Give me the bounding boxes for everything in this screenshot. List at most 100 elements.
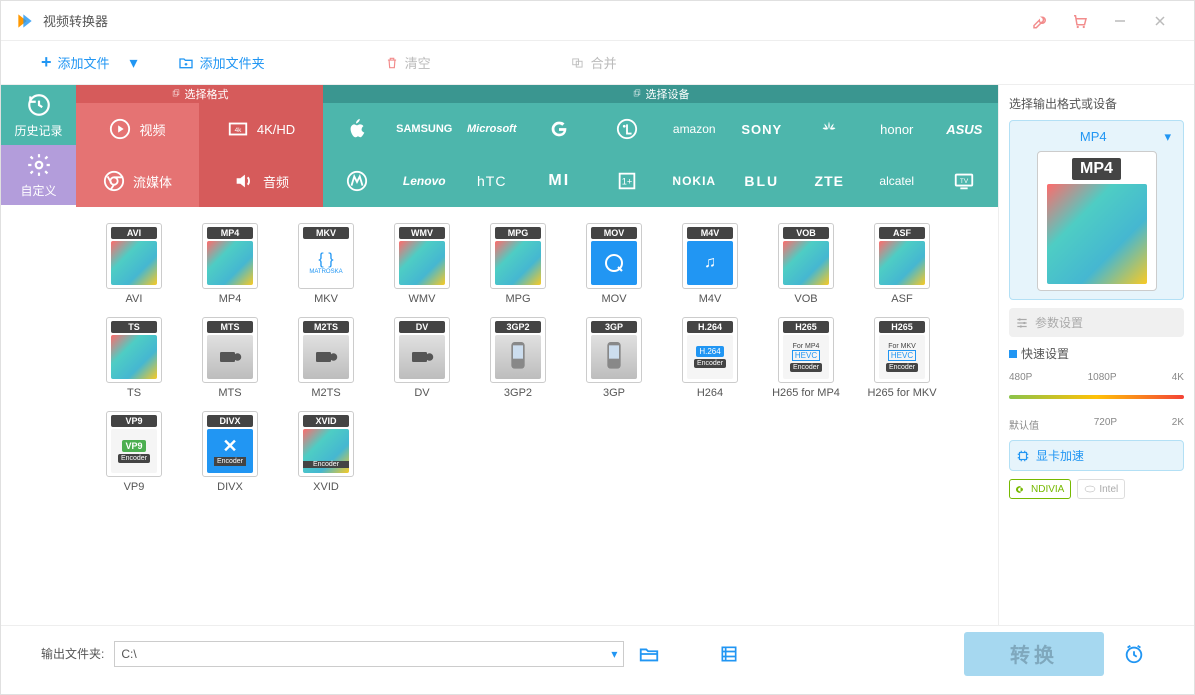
open-folder-button[interactable] <box>634 639 664 669</box>
format-item-h264[interactable]: H.264H.264EncoderH264 <box>666 315 754 401</box>
brand-lenovo[interactable]: Lenovo <box>391 155 459 207</box>
svg-text:TV: TV <box>960 178 969 185</box>
resolution-slider[interactable] <box>1009 395 1184 399</box>
left-sidebar: 历史记录 自定义 <box>1 85 76 625</box>
title-bar: 视频转换器 <box>1 1 1194 41</box>
format-label: MTS <box>218 387 241 399</box>
schedule-button[interactable] <box>1114 643 1154 665</box>
brand-apple[interactable] <box>323 103 391 155</box>
clear-button[interactable]: 清空 <box>385 53 431 72</box>
format-label: H265 for MP4 <box>772 387 840 399</box>
format-header: 选择格式 <box>76 85 323 103</box>
custom-tab[interactable]: 自定义 <box>1 145 76 205</box>
category-header: 选择格式 选择设备 <box>76 85 998 103</box>
stream-category[interactable]: 流媒体 <box>76 155 199 207</box>
format-icon: M4V♫ <box>682 223 738 289</box>
minimize-button[interactable] <box>1100 1 1140 41</box>
brand-alcatel[interactable]: alcatel <box>863 155 931 207</box>
format-item-mov[interactable]: MOVMOV <box>570 221 658 307</box>
brand-tv[interactable]: TV <box>931 155 999 207</box>
film-button[interactable] <box>714 639 744 669</box>
format-icon: WMV <box>394 223 450 289</box>
format-item-m2ts[interactable]: M2TSM2TS <box>282 315 370 401</box>
format-label: ASF <box>891 293 912 305</box>
format-label: 3GP2 <box>504 387 532 399</box>
format-item-divx[interactable]: DIVX✕EncoderDIVX <box>186 409 274 495</box>
chip-icon <box>1016 449 1030 463</box>
param-settings-button[interactable]: 参数设置 <box>1009 308 1184 337</box>
brand-microsoft[interactable]: Microsoft <box>458 103 526 155</box>
brand-huawei[interactable] <box>796 103 864 155</box>
resolution-row-top: 480P 1080P 4K <box>1009 372 1184 383</box>
video-category[interactable]: 视频 <box>76 103 199 155</box>
format-item-wmv[interactable]: WMVWMV <box>378 221 466 307</box>
brand-asus[interactable]: ASUS <box>931 103 999 155</box>
format-badge: M2TS <box>303 321 349 333</box>
format-item-vp9[interactable]: VP9VP9EncoderVP9 <box>90 409 178 495</box>
format-item-asf[interactable]: ASF ASF <box>858 221 946 307</box>
format-item-mts[interactable]: MTS MTS <box>186 315 274 401</box>
main-area: 历史记录 自定义 选择格式 选择设备 视频 4k4K/HD SAMSUNG Mi… <box>1 85 1194 625</box>
format-item-3gp[interactable]: 3GP3GP <box>570 315 658 401</box>
add-file-dropdown-icon[interactable]: ▾ <box>130 53 138 73</box>
audio-category[interactable]: 音频 <box>199 155 323 207</box>
output-path-select[interactable]: C:\ ▾ <box>114 641 624 667</box>
history-tab[interactable]: 历史记录 <box>1 85 76 145</box>
format-label: AVI <box>126 293 143 305</box>
close-button[interactable] <box>1140 1 1180 41</box>
square-bullet-icon <box>1009 350 1017 358</box>
format-item-avi[interactable]: AVIAVI <box>90 221 178 307</box>
format-label: DV <box>414 387 429 399</box>
cart-icon[interactable] <box>1060 1 1100 41</box>
brand-honor[interactable]: honor <box>863 103 931 155</box>
format-item-mkv[interactable]: MKV{ }MATROSKAMKV <box>282 221 370 307</box>
brand-zte[interactable]: ZTE <box>796 155 864 207</box>
brand-mi[interactable]: MI <box>526 155 594 207</box>
brand-samsung[interactable]: SAMSUNG <box>391 103 459 155</box>
convert-button[interactable]: 转换 <box>964 632 1104 676</box>
format-badge: DIVX <box>207 415 253 427</box>
output-format-selector[interactable]: MP4 ▾ <box>1018 129 1175 145</box>
format-icon: MOV <box>586 223 642 289</box>
format-item-mpg[interactable]: MPGMPG <box>474 221 562 307</box>
brand-lg[interactable] <box>593 103 661 155</box>
brand-blu[interactable]: BLU <box>728 155 796 207</box>
format-item-dv[interactable]: DVDV <box>378 315 466 401</box>
gpu-tag-nvidia[interactable]: NDIVIA <box>1009 479 1071 499</box>
gpu-accel-button[interactable]: 显卡加速 <box>1009 440 1184 471</box>
format-item-m4v[interactable]: M4V♫M4V <box>666 221 754 307</box>
brand-oneplus[interactable]: 1+ <box>593 155 661 207</box>
license-key-icon[interactable] <box>1020 1 1060 41</box>
brand-sony[interactable]: SONY <box>728 103 796 155</box>
device-header: 选择设备 <box>323 85 998 103</box>
format-item-3gp2[interactable]: 3GP23GP2 <box>474 315 562 401</box>
brand-nokia[interactable]: NOKIA <box>661 155 729 207</box>
4k-hd-category[interactable]: 4k4K/HD <box>199 103 323 155</box>
format-item-mp4[interactable]: MP4MP4 <box>186 221 274 307</box>
chrome-icon <box>103 170 125 192</box>
format-badge: 3GP <box>591 321 637 333</box>
brand-htc[interactable]: hTC <box>458 155 526 207</box>
merge-label: 合并 <box>591 53 617 72</box>
tv-icon: TV <box>953 170 975 192</box>
format-badge: ASF <box>879 227 925 239</box>
format-badge: H.264 <box>687 321 733 333</box>
brand-google[interactable] <box>526 103 594 155</box>
add-file-label: 添加文件 <box>58 53 110 72</box>
nvidia-icon <box>1016 483 1028 495</box>
brand-motorola[interactable] <box>323 155 391 207</box>
format-item-h265-for-mp4[interactable]: H265For MP4HEVCEncoderH265 for MP4 <box>762 315 850 401</box>
add-folder-button[interactable]: 添加文件夹 <box>178 53 265 72</box>
format-item-xvid[interactable]: XVIDEncoderXVID <box>282 409 370 495</box>
format-label: H265 for MKV <box>867 387 936 399</box>
add-file-button[interactable]: + 添加文件 <box>41 52 110 73</box>
gpu-tag-intel[interactable]: Intel <box>1077 479 1125 499</box>
merge-button[interactable]: 合并 <box>571 53 617 72</box>
format-badge: MTS <box>207 321 253 333</box>
format-item-h265-for-mkv[interactable]: H265For MKVHEVCEncoderH265 for MKV <box>858 315 946 401</box>
format-item-ts[interactable]: TSTS <box>90 315 178 401</box>
category-row-1: 视频 4k4K/HD SAMSUNG Microsoft amazon SONY… <box>76 103 998 155</box>
format-item-vob[interactable]: VOBVOB <box>762 221 850 307</box>
brand-amazon[interactable]: amazon <box>661 103 729 155</box>
output-folder-label: 输出文件夹: <box>41 645 104 662</box>
